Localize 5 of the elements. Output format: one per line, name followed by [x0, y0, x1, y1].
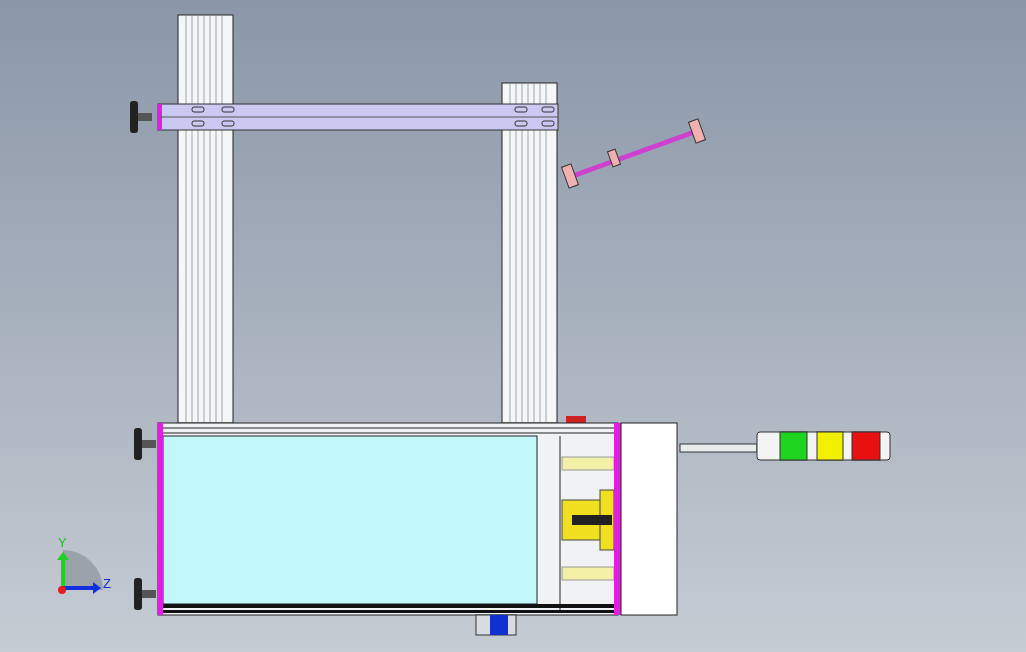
- axis-label: Z: [103, 576, 111, 591]
- origin-dot-icon: [58, 586, 66, 594]
- axis-label: Y: [58, 535, 67, 550]
- cad-viewport[interactable]: Y Z: [0, 0, 1026, 652]
- z-axis-arrow-icon: [63, 582, 101, 594]
